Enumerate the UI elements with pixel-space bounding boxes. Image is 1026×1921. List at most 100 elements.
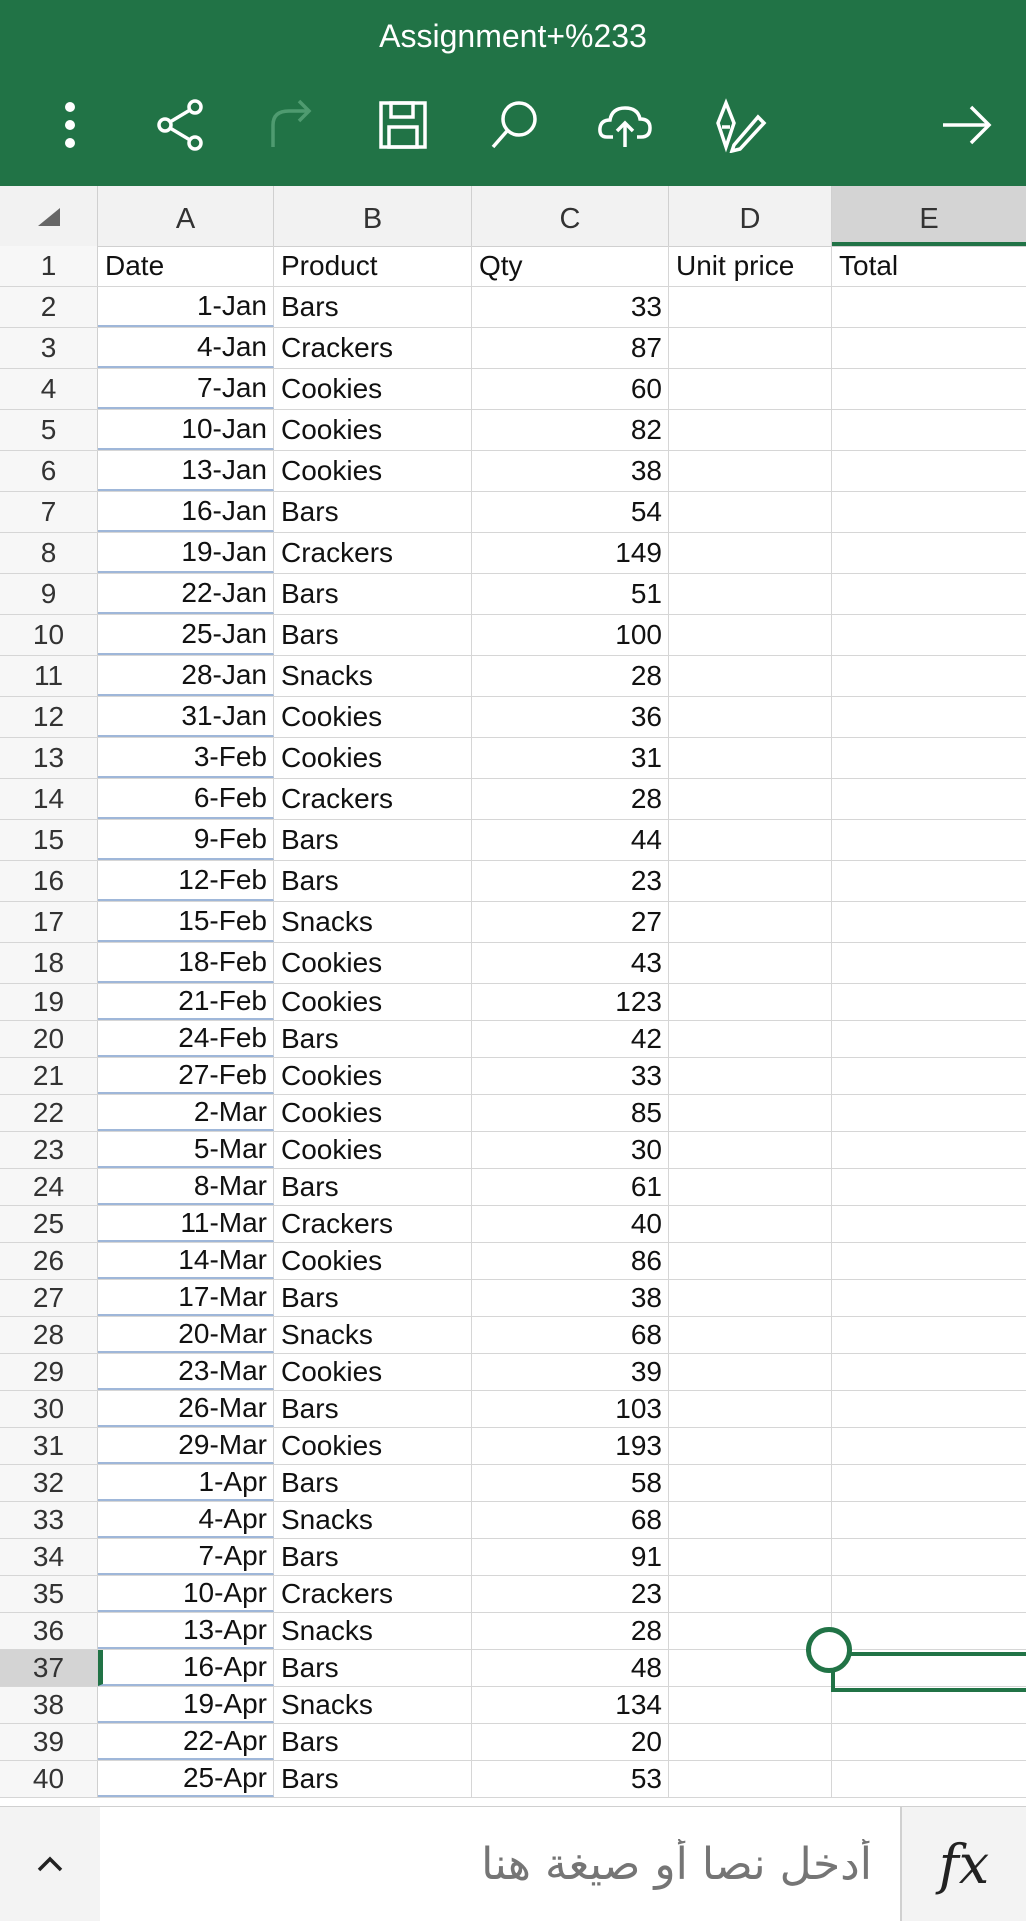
cell-qty[interactable]: 100 [472, 615, 669, 655]
cell-product[interactable]: Crackers [274, 1576, 472, 1612]
row-header[interactable]: 40 [0, 1761, 98, 1797]
row-header[interactable]: 8 [0, 533, 98, 573]
insert-function-button[interactable]: fx [902, 1807, 1026, 1921]
cell-product[interactable]: Bars [274, 1761, 472, 1797]
draw-button[interactable] [705, 90, 775, 160]
row-header[interactable]: 30 [0, 1391, 98, 1427]
cell-date[interactable]: Date [98, 246, 274, 286]
cell-date[interactable]: 22-Jan [98, 574, 274, 614]
cell-product[interactable]: Crackers [274, 1206, 472, 1242]
cell-date[interactable]: 8-Mar [98, 1169, 274, 1205]
cell-unit-price[interactable] [669, 1391, 832, 1427]
formula-input[interactable] [100, 1807, 900, 1921]
cell-date[interactable]: 21-Feb [98, 984, 274, 1020]
cell-date[interactable]: 6-Feb [98, 779, 274, 819]
cell-unit-price[interactable] [669, 615, 832, 655]
spreadsheet-grid[interactable]: A B C D E 1 Date Product Qty Unit price Total… [0, 186, 1026, 1806]
cell-qty[interactable]: 40 [472, 1206, 669, 1242]
cell-total[interactable] [832, 697, 1026, 737]
cell-unit-price[interactable] [669, 779, 832, 819]
cell-total[interactable] [832, 1502, 1026, 1538]
cell-product[interactable]: Cookies [274, 451, 472, 491]
cell-unit-price[interactable] [669, 574, 832, 614]
cell-product[interactable]: Bars [274, 1280, 472, 1316]
cell-total[interactable] [832, 1132, 1026, 1168]
cell-date[interactable]: 12-Feb [98, 861, 274, 901]
cell-date[interactable]: 25-Apr [98, 1761, 274, 1797]
column-header-a[interactable]: A [98, 186, 274, 246]
cell-qty[interactable]: 20 [472, 1724, 669, 1760]
cell-date[interactable]: 7-Jan [98, 369, 274, 409]
column-header-c[interactable]: C [472, 186, 669, 246]
cell-qty[interactable]: 193 [472, 1428, 669, 1464]
cell-product[interactable]: Bars [274, 1465, 472, 1501]
cell-product[interactable]: Bars [274, 615, 472, 655]
cell-qty[interactable]: 134 [472, 1687, 669, 1723]
cell-unit-price[interactable] [669, 1724, 832, 1760]
cell-qty[interactable]: 85 [472, 1095, 669, 1131]
row-header[interactable]: 18 [0, 943, 98, 983]
cell-date[interactable]: 1-Jan [98, 287, 274, 327]
cloud-upload-button[interactable] [590, 90, 660, 160]
row-header[interactable]: 6 [0, 451, 98, 491]
cell-total[interactable] [832, 1095, 1026, 1131]
cell-total[interactable] [832, 1169, 1026, 1205]
column-header-e[interactable]: E [832, 186, 1026, 246]
cell-date[interactable]: 4-Apr [98, 1502, 274, 1538]
cell-unit-price[interactable] [669, 1280, 832, 1316]
cell-unit-price[interactable] [669, 1761, 832, 1797]
cell-unit-price[interactable] [669, 902, 832, 942]
cell-product[interactable]: Cookies [274, 738, 472, 778]
cell-unit-price[interactable] [669, 1576, 832, 1612]
more-button[interactable] [35, 90, 105, 160]
cell-product[interactable]: Cookies [274, 697, 472, 737]
cell-total[interactable] [832, 1280, 1026, 1316]
search-button[interactable] [480, 90, 550, 160]
cell-date[interactable]: 19-Jan [98, 533, 274, 573]
column-header-d[interactable]: D [669, 186, 832, 246]
cell-total[interactable] [832, 1206, 1026, 1242]
cell-date[interactable]: 14-Mar [98, 1243, 274, 1279]
row-header[interactable]: 37 [0, 1650, 98, 1686]
cell-unit-price[interactable] [669, 492, 832, 532]
cell-total[interactable] [832, 1576, 1026, 1612]
cell-qty[interactable]: 38 [472, 1280, 669, 1316]
cell-unit-price[interactable] [669, 1317, 832, 1353]
cell-date[interactable]: 9-Feb [98, 820, 274, 860]
share-button[interactable] [145, 90, 215, 160]
cell-product[interactable]: Cookies [274, 984, 472, 1020]
row-header[interactable]: 26 [0, 1243, 98, 1279]
cell-product[interactable]: Bars [274, 1391, 472, 1427]
cell-total[interactable] [832, 287, 1026, 327]
selection-handle[interactable] [806, 1627, 852, 1673]
cell-qty[interactable]: 23 [472, 861, 669, 901]
cell-total[interactable] [832, 410, 1026, 450]
row-header[interactable]: 7 [0, 492, 98, 532]
cell-total[interactable] [832, 943, 1026, 983]
cell-unit-price[interactable] [669, 328, 832, 368]
cell-qty[interactable]: 23 [472, 1576, 669, 1612]
cell-product[interactable]: Cookies [274, 410, 472, 450]
formula-expand-button[interactable] [0, 1807, 100, 1921]
row-header[interactable]: 5 [0, 410, 98, 450]
row-header[interactable]: 17 [0, 902, 98, 942]
cell-date[interactable]: 5-Mar [98, 1132, 274, 1168]
cell-unit-price[interactable] [669, 984, 832, 1020]
cell-total[interactable] [832, 1317, 1026, 1353]
cell-total[interactable] [832, 1539, 1026, 1575]
cell-date[interactable]: 2-Mar [98, 1095, 274, 1131]
cell-product[interactable]: Cookies [274, 1243, 472, 1279]
selection-range[interactable] [831, 1652, 1026, 1692]
cell-qty[interactable]: 27 [472, 902, 669, 942]
cell-qty[interactable]: 149 [472, 533, 669, 573]
cell-unit-price[interactable] [669, 1021, 832, 1057]
row-header[interactable]: 38 [0, 1687, 98, 1723]
cell-qty[interactable]: 43 [472, 943, 669, 983]
cell-total[interactable] [832, 656, 1026, 696]
cell-total[interactable] [832, 779, 1026, 819]
cell-unit-price[interactable] [669, 861, 832, 901]
cell-unit-price[interactable] [669, 1095, 832, 1131]
cell-date[interactable]: 13-Jan [98, 451, 274, 491]
cell-total[interactable] [832, 328, 1026, 368]
cell-product[interactable]: Bars [274, 1169, 472, 1205]
